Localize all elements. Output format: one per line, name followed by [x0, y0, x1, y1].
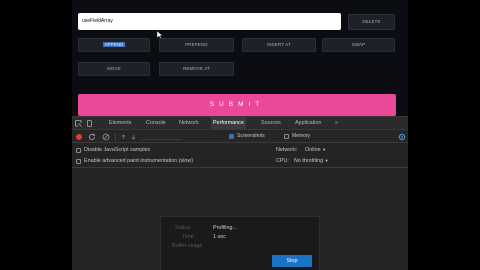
screenshots-label: Screenshots — [237, 133, 265, 139]
buffer-key: Buffer usage — [172, 243, 203, 249]
cpu-label: CPU: — [276, 158, 289, 164]
tab-network[interactable]: Network — [179, 117, 199, 130]
download-icon[interactable] — [130, 134, 137, 140]
status-value: Profiling... — [213, 225, 237, 231]
field-array-input[interactable]: useFieldArray — [78, 13, 341, 30]
screenshots-checkbox[interactable] — [229, 134, 234, 139]
network-value: Online — [305, 147, 321, 153]
tab-performance[interactable]: Performance — [211, 117, 246, 130]
devtools-tabbar: Elements Console Network Performance Sou… — [72, 117, 408, 130]
disable-js-samples-checkbox[interactable] — [76, 148, 81, 153]
app-page: useFieldArray DELETE APPEND PREPEND INSE… — [72, 0, 408, 270]
performance-toolbar: Screenshots Memory — [72, 131, 408, 143]
device-toolbar-icon[interactable] — [86, 120, 93, 127]
cpu-value: No throttling — [294, 158, 324, 164]
remove-at-button[interactable]: REMOVE AT — [159, 62, 234, 76]
tab-sources[interactable]: Sources — [261, 117, 281, 130]
memory-checkbox[interactable] — [284, 134, 289, 139]
chevron-down-icon: ▼ — [324, 158, 329, 163]
move-button[interactable]: MOVE — [78, 62, 150, 76]
tab-console[interactable]: Console — [146, 117, 166, 130]
network-label: Network: — [276, 147, 298, 153]
profiling-status-dialog: Status Profiling... Time 1 sec Buffer us… — [160, 216, 320, 270]
network-throttle-select[interactable]: Online ▼ — [305, 147, 326, 153]
time-key: Time — [182, 234, 194, 240]
memory-label: Memory — [292, 133, 311, 139]
capture-settings: Disable JavaScript samples Enable advanc… — [72, 144, 408, 168]
time-value: 1 sec — [213, 234, 226, 240]
swap-button[interactable]: SWAP — [322, 38, 395, 52]
gear-icon[interactable] — [398, 133, 406, 141]
append-label: APPEND — [103, 42, 125, 47]
insert-at-button[interactable]: INSERT AT — [242, 38, 316, 52]
upload-icon[interactable] — [120, 134, 127, 140]
append-button[interactable]: APPEND — [78, 38, 150, 52]
chevron-down-icon: ▼ — [322, 147, 327, 152]
delete-button[interactable]: DELETE — [348, 14, 395, 30]
tab-elements[interactable]: Elements — [109, 117, 131, 130]
cpu-throttle-select[interactable]: No throttling ▼ — [294, 158, 329, 164]
stop-button[interactable]: Stop — [272, 255, 312, 267]
clear-icon[interactable] — [102, 133, 110, 141]
toolbar-divider — [115, 133, 116, 141]
prepend-button[interactable]: PREPEND — [159, 38, 234, 52]
devtools-panel: Elements Console Network Performance Sou… — [72, 116, 408, 270]
advanced-paint-label: Enable advanced paint instrumentation (s… — [84, 158, 194, 164]
recording-select[interactable] — [142, 134, 182, 140]
reload-icon[interactable] — [88, 133, 96, 141]
record-icon[interactable] — [76, 134, 82, 140]
inspect-element-icon[interactable] — [75, 120, 82, 127]
tab-application[interactable]: Application — [295, 117, 321, 130]
advanced-paint-checkbox[interactable] — [76, 159, 81, 164]
submit-button[interactable]: SUBMIT — [78, 94, 396, 116]
disable-js-samples-label: Disable JavaScript samples — [84, 147, 151, 153]
status-key: Status — [175, 225, 191, 231]
tab-overflow[interactable]: » — [335, 117, 338, 130]
